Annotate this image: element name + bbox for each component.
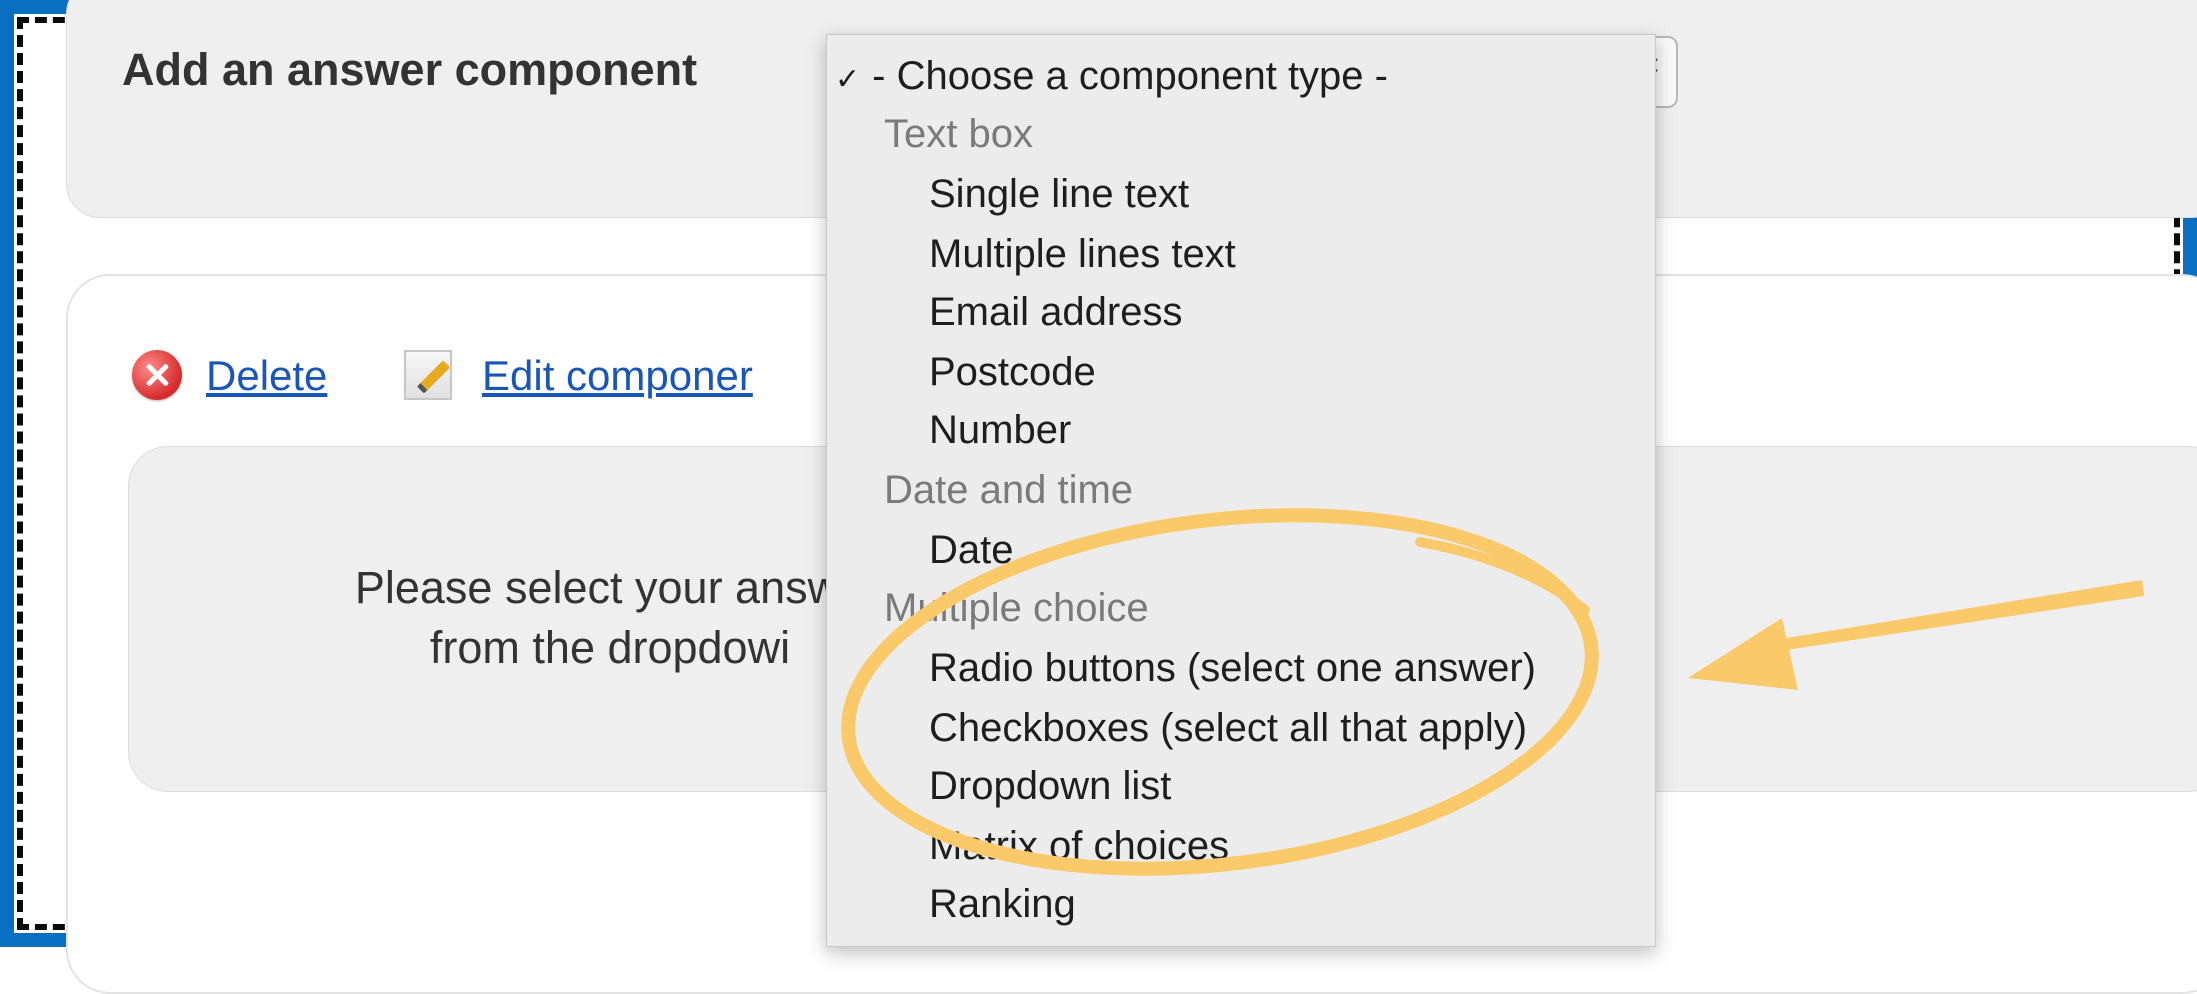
dropdown-option-matrix-of-choices[interactable]: Matrix of choices [929,822,1229,870]
dropdown-option-email-address[interactable]: Email address [929,288,1182,336]
pencil-icon[interactable] [404,350,452,400]
dropdown-option-radio-buttons[interactable]: Radio buttons (select one answer) [929,644,1536,692]
dropdown-option-date[interactable]: Date [929,526,1014,574]
dropdown-option-single-line-text[interactable]: Single line text [929,170,1189,218]
add-component-label: Add an answer component [122,44,698,95]
dropdown-option-number[interactable]: Number [929,406,1071,454]
dropdown-option-checkboxes[interactable]: Checkboxes (select all that apply) [929,704,1527,752]
dropdown-group-multiple-choice: Multiple choice [884,586,1149,630]
dropdown-option-label: - Choose a component type - [872,54,1388,98]
dropdown-option-postcode[interactable]: Postcode [929,348,1096,396]
dropdown-group-text-box: Text box [884,112,1033,156]
delete-icon[interactable] [132,350,182,400]
dropdown-option-dropdown-list[interactable]: Dropdown list [929,762,1171,810]
checkmark-icon: ✓ [835,63,861,96]
dropdown-group-date-and-time: Date and time [884,468,1134,512]
component-type-dropdown[interactable]: ✓ - Choose a component type - Text box Si… [826,34,1656,947]
dropdown-option-selected[interactable]: ✓ - Choose a component type - [835,52,1388,104]
dropdown-option-ranking[interactable]: Ranking [929,880,1076,928]
delete-link[interactable]: Delete [206,352,327,400]
edit-component-link[interactable]: Edit componer [482,352,753,400]
dropdown-option-multiple-lines-text[interactable]: Multiple lines text [929,230,1236,278]
